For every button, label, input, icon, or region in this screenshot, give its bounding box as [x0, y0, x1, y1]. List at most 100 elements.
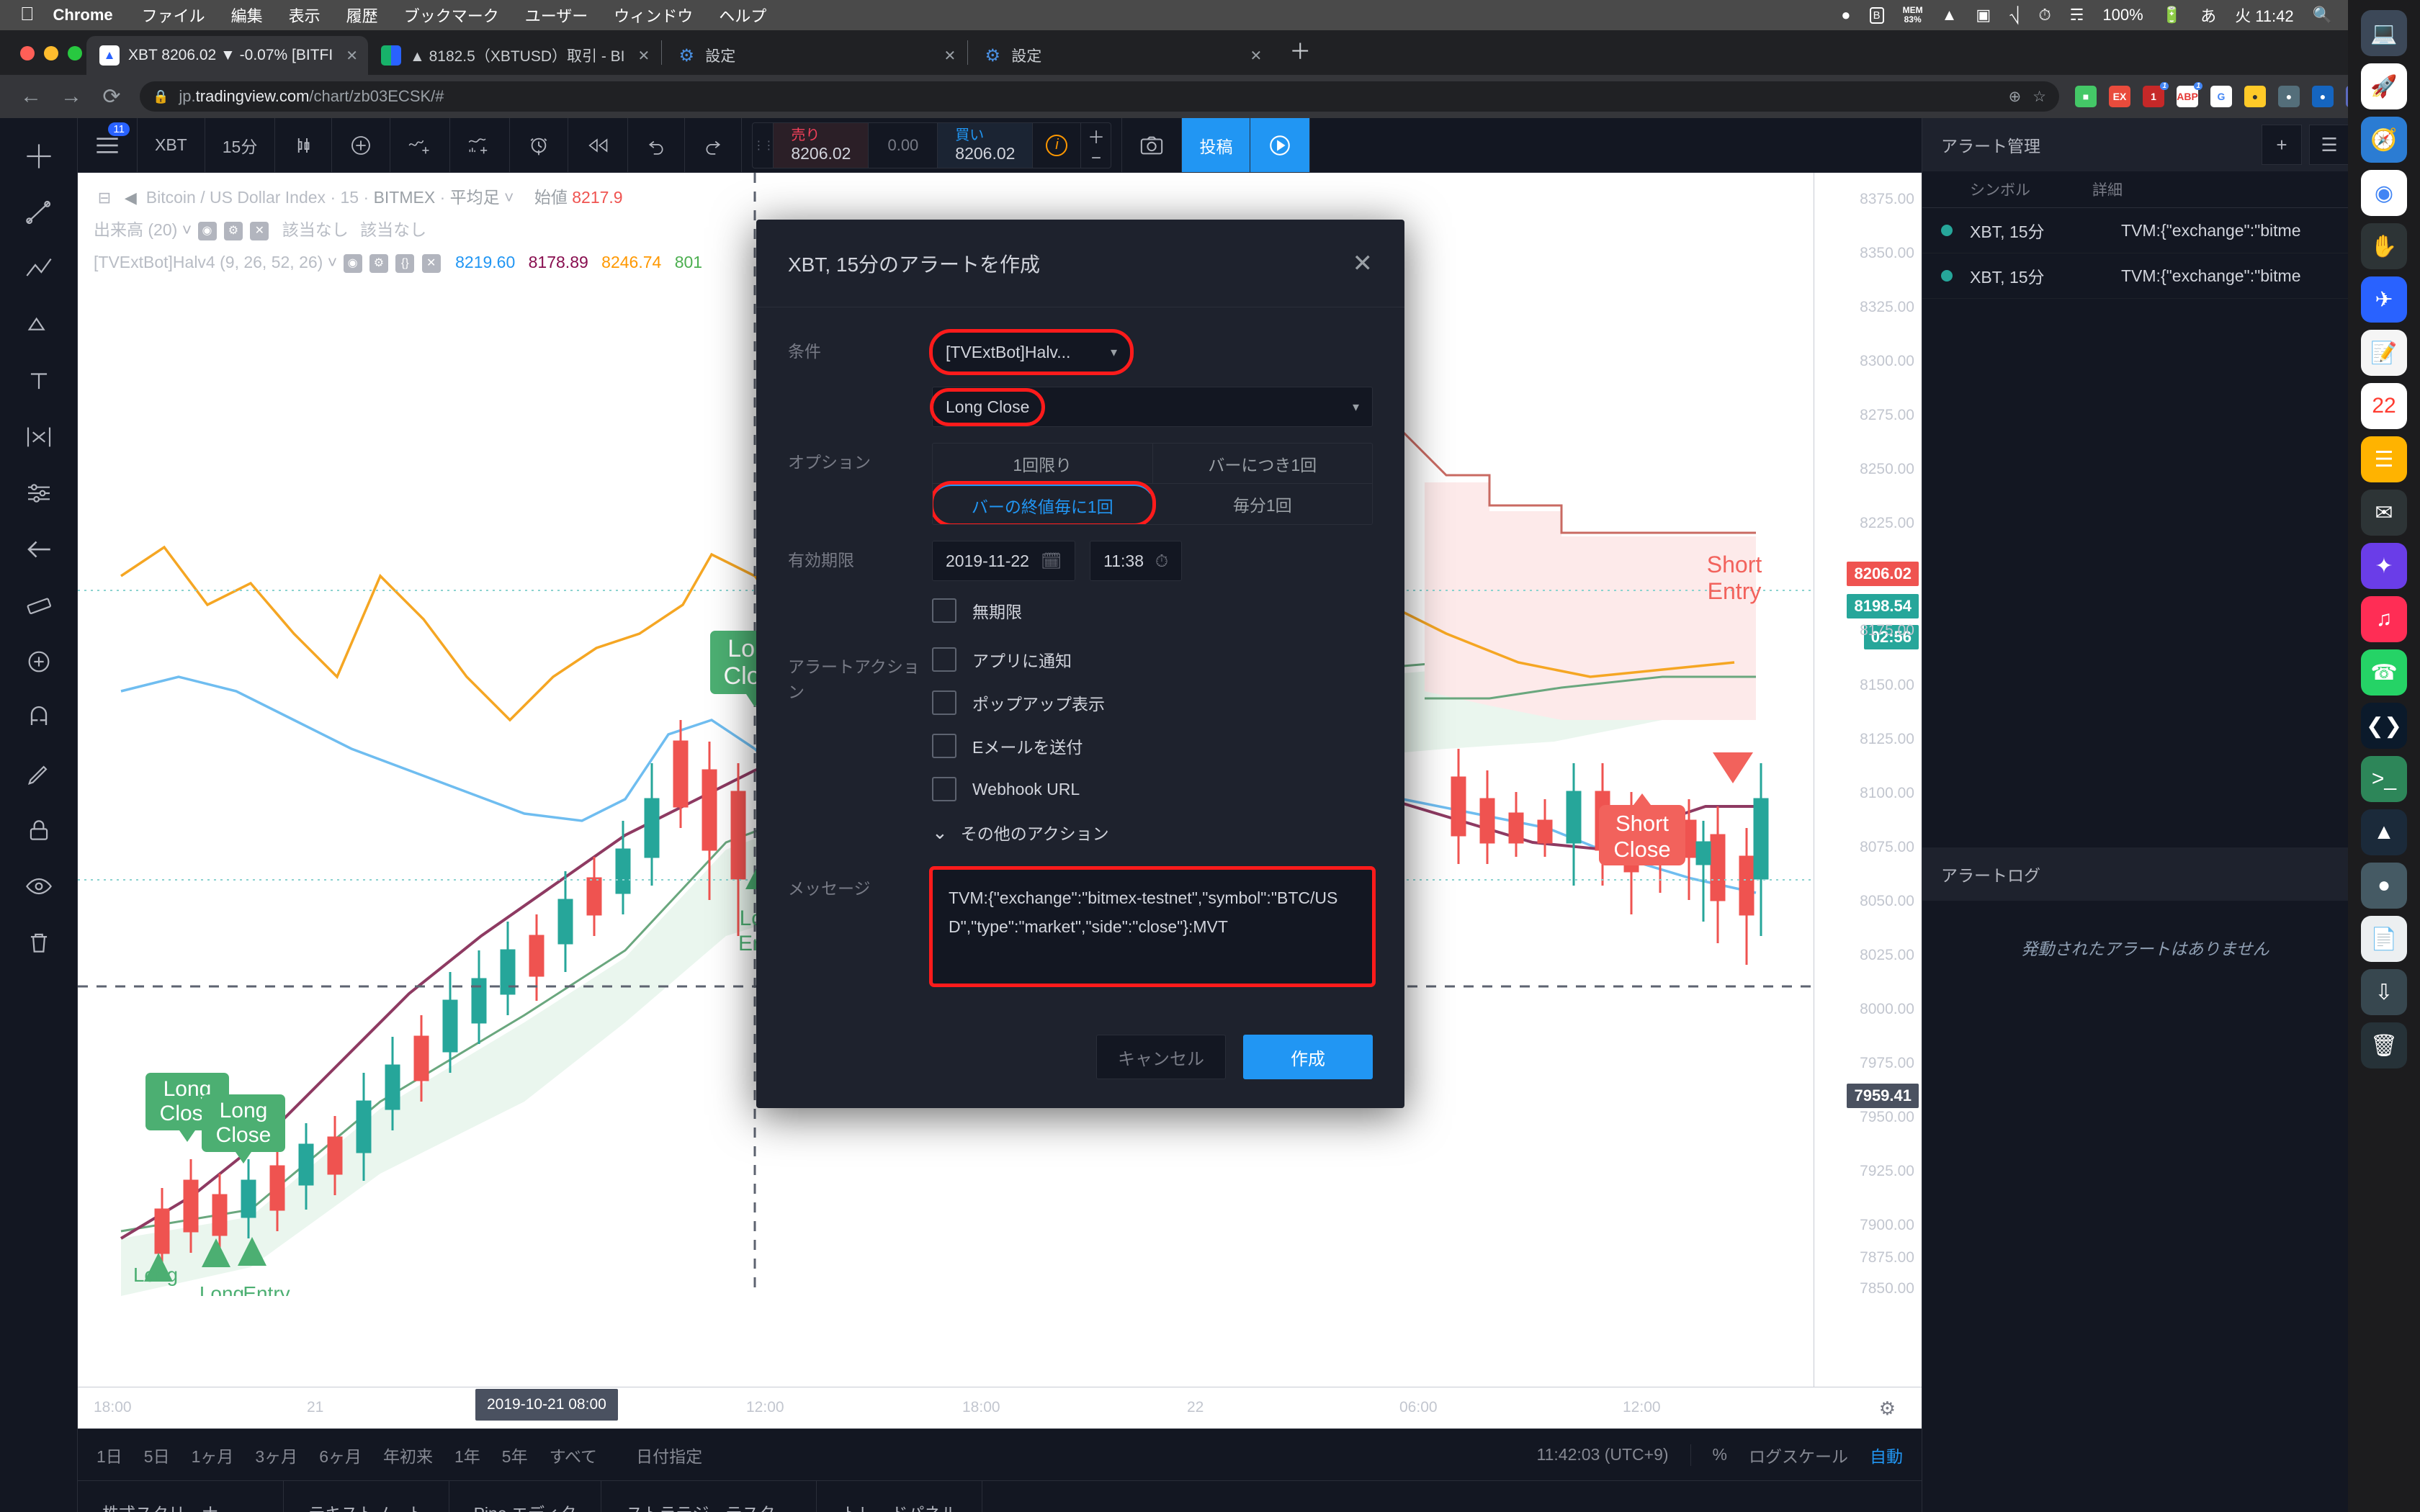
- eye-icon[interactable]: ◉: [197, 221, 217, 240]
- option-once-per-minute[interactable]: 毎分1回: [1153, 484, 1373, 524]
- message-textarea[interactable]: TVM:{"exchange":"bitmex-testnet","symbol…: [929, 866, 1376, 987]
- dock-music-icon[interactable]: ♫: [2361, 596, 2407, 642]
- dock-hand-icon[interactable]: ✋: [2361, 223, 2407, 269]
- ext-grey-icon[interactable]: ●: [2278, 86, 2300, 107]
- show-popup-checkbox[interactable]: [932, 690, 956, 715]
- apple-logo-icon[interactable]: : [13, 3, 46, 28]
- timeframe-ytd[interactable]: 年初来: [383, 1443, 433, 1467]
- bartender-icon[interactable]: B: [1860, 6, 1894, 24]
- expiry-time-input[interactable]: 11:38 ⏱: [1090, 541, 1182, 581]
- close-tab-icon[interactable]: ✕: [1250, 47, 1263, 65]
- battery-percent[interactable]: 100%: [2093, 6, 2152, 24]
- trade-info-button[interactable]: i: [1032, 122, 1080, 168]
- add-alert-button[interactable]: +: [2262, 125, 2302, 165]
- dropbox-icon[interactable]: ●: [1832, 6, 1860, 24]
- webhook-checkbox[interactable]: [932, 777, 956, 801]
- timeframe-1m[interactable]: 1ヶ月: [192, 1443, 234, 1467]
- bottom-tab-screener[interactable]: 株式スクリーナー ⌄: [78, 1481, 284, 1512]
- timeframe-3m[interactable]: 3ヶ月: [255, 1443, 297, 1467]
- symbol-button[interactable]: XBT: [138, 118, 205, 172]
- no-expiry-row[interactable]: 無期限: [932, 598, 1373, 623]
- play-button[interactable]: [1250, 118, 1311, 172]
- dock-documents-icon[interactable]: 📄: [2361, 916, 2407, 962]
- option-once-per-bar-close[interactable]: バーの終値毎に1回: [933, 481, 1156, 524]
- interval-button[interactable]: 15分: [205, 118, 276, 172]
- undo-icon[interactable]: [628, 118, 686, 172]
- close-icon[interactable]: ✕: [421, 253, 441, 273]
- sell-button[interactable]: 売り 8206.02: [773, 122, 869, 168]
- patterns-icon[interactable]: [11, 410, 67, 464]
- tab-tradingview[interactable]: ▲ XBT 8206.02 ▼ -0.07% [BITFI ✕: [86, 36, 368, 75]
- battery-icon[interactable]: 🔋: [2153, 6, 2191, 24]
- dock-reminders-icon[interactable]: ☰: [2361, 436, 2407, 482]
- menubar-clock[interactable]: 火 11:42: [2226, 4, 2303, 27]
- menu-file[interactable]: ファイル: [129, 4, 218, 27]
- percent-scale-button[interactable]: %: [1713, 1445, 1727, 1464]
- dock-downloads-icon[interactable]: ⇩: [2361, 969, 2407, 1015]
- dock-telegram-icon[interactable]: ✈: [2361, 276, 2407, 323]
- action-show-popup-row[interactable]: ポップアップ表示: [932, 690, 1373, 715]
- menu-window[interactable]: ウィンドウ: [601, 4, 706, 27]
- bookmark-star-icon[interactable]: ☆: [2033, 88, 2046, 106]
- measure-icon[interactable]: [11, 579, 67, 632]
- timeframe-6m[interactable]: 6ヶ月: [319, 1443, 362, 1467]
- timemachine-icon[interactable]: ⏱: [2030, 6, 2061, 24]
- chart-settings-icon[interactable]: ⚙: [1879, 1398, 1896, 1420]
- increase-button[interactable]: ＋: [1081, 123, 1111, 148]
- zoom-icon[interactable]: [11, 635, 67, 688]
- qty-stepper[interactable]: ＋ −: [1080, 122, 1111, 168]
- timeframe-1y[interactable]: 1年: [454, 1443, 480, 1467]
- alerts-menu-button[interactable]: ☰: [2309, 125, 2349, 165]
- text-tool-icon[interactable]: [11, 354, 67, 408]
- chart-symbol-title[interactable]: Bitcoin / US Dollar Index: [146, 188, 326, 207]
- collapse-icon[interactable]: ⊟: [95, 189, 114, 208]
- new-tab-button[interactable]: ＋: [1272, 34, 1328, 71]
- timeframe-1d[interactable]: 1日: [97, 1443, 122, 1467]
- airplay-icon[interactable]: ⎷: [2000, 6, 2029, 24]
- menu-edit[interactable]: 編集: [218, 4, 276, 27]
- table-row[interactable]: XBT, 15分 TVM:{"exchange":"bitme: [1922, 208, 2368, 253]
- buy-button[interactable]: 買い 8206.02: [937, 122, 1033, 168]
- bottom-tab-strategy-tester[interactable]: ストラテジーテスター: [601, 1481, 817, 1512]
- option-once-per-bar[interactable]: バーにつき1回: [1152, 444, 1372, 484]
- cancel-button[interactable]: キャンセル: [1096, 1035, 1226, 1079]
- action-webhook-row[interactable]: Webhook URL: [932, 777, 1373, 801]
- templates-icon[interactable]: [450, 118, 511, 172]
- action-send-email-row[interactable]: Eメールを送付: [932, 734, 1373, 758]
- memory-indicator[interactable]: MEM 83%: [1894, 6, 1932, 24]
- dock-terminal-icon[interactable]: >_: [2361, 756, 2407, 802]
- menu-user[interactable]: ユーザー: [512, 4, 601, 27]
- dock-mail-icon[interactable]: ✉: [2361, 490, 2407, 536]
- chart-style-icon[interactable]: [275, 118, 333, 172]
- price-axis[interactable]: 8375.00 8350.00 8325.00 8300.00 8275.00 …: [1814, 173, 1922, 1387]
- auto-scale-button[interactable]: 自動: [1870, 1443, 1903, 1467]
- install-app-icon[interactable]: ⊕: [2009, 88, 2022, 106]
- magnet-icon[interactable]: [11, 691, 67, 744]
- crosshair-icon[interactable]: [11, 130, 67, 183]
- shapes-icon[interactable]: [11, 298, 67, 351]
- dock-chrome-icon[interactable]: ◉: [2361, 170, 2407, 216]
- eye-icon[interactable]: [11, 860, 67, 913]
- bottom-tab-notes[interactable]: テキストノート: [284, 1481, 449, 1512]
- dock-photos-icon[interactable]: ✦: [2361, 543, 2407, 589]
- spotlight-icon[interactable]: 🔍: [2303, 6, 2341, 24]
- time-axis[interactable]: 18:00 21 06:00 2019-10-21 08:00 12:00 18…: [78, 1387, 1922, 1428]
- main-menu-button[interactable]: 11: [78, 118, 138, 172]
- publish-button[interactable]: 投稿: [1182, 118, 1251, 172]
- ext-abp-icon[interactable]: ABP 1: [2177, 82, 2202, 107]
- trade-panel[interactable]: ⋮⋮ 売り 8206.02 0.00 買い 8206.02 i ＋ −: [752, 122, 1112, 168]
- address-bar[interactable]: 🔒 jp.tradingview.com/chart/zb03ECSK/# ⊕ …: [140, 81, 2059, 112]
- drawing-mode-icon[interactable]: [11, 747, 67, 801]
- timeframe-all[interactable]: すべて: [550, 1443, 597, 1467]
- menu-help[interactable]: ヘルプ: [706, 4, 779, 27]
- splitview-icon[interactable]: ▣: [1966, 6, 2000, 24]
- ext-exodus-icon[interactable]: EX: [2109, 86, 2130, 107]
- maximize-window-button[interactable]: [68, 46, 82, 60]
- reload-icon[interactable]: ⟳: [99, 84, 124, 109]
- dock-tradingview-icon[interactable]: ▲: [2361, 809, 2407, 855]
- more-actions-toggle[interactable]: ⌄ その他のアクション: [932, 820, 1373, 845]
- dock-notes-icon[interactable]: 📝: [2361, 330, 2407, 376]
- bottom-tab-trading-panel[interactable]: トレードパネル: [817, 1481, 983, 1512]
- close-icon[interactable]: ✕: [250, 221, 269, 240]
- option-only-once[interactable]: 1回限り: [933, 444, 1153, 484]
